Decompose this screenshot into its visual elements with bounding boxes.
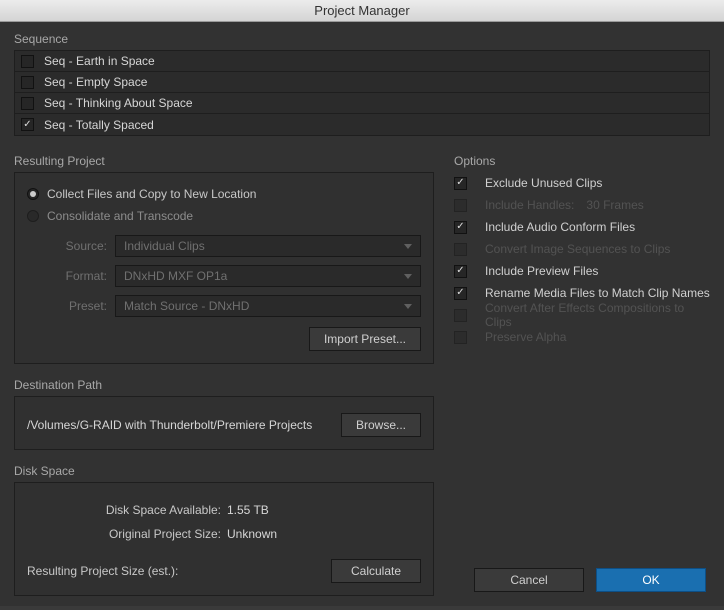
sequence-row[interactable]: Seq - Totally Spaced [15,114,709,135]
sequence-name: Seq - Totally Spaced [44,118,154,132]
original-size-label: Original Project Size: [27,527,227,541]
source-dropdown[interactable]: Individual Clips [115,235,421,257]
dropdown-value: DNxHD MXF OP1a [124,269,227,283]
chevron-down-icon [404,304,412,309]
resulting-project-panel: Collect Files and Copy to New Location C… [14,172,434,364]
destination-path-value: /Volumes/G-RAID with Thunderbolt/Premier… [27,418,327,432]
sequence-row[interactable]: Seq - Earth in Space [15,51,709,72]
sequence-name: Seq - Earth in Space [44,54,155,68]
disk-space-panel: Disk Space Available: 1.55 TB Original P… [14,482,434,596]
options-label: Options [454,154,710,168]
option-checkbox [454,309,467,322]
option-checkbox[interactable] [454,265,467,278]
button-label: Import Preset... [324,332,406,346]
destination-path-panel: /Volumes/G-RAID with Thunderbolt/Premier… [14,396,434,450]
options-panel: Exclude Unused Clips Include Handles: 30… [454,172,710,348]
option-label: Exclude Unused Clips [485,176,602,190]
sequence-checkbox[interactable] [21,118,34,131]
option-include-preview-files[interactable]: Include Preview Files [454,260,710,282]
chevron-down-icon [404,244,412,249]
destination-path-label: Destination Path [14,378,434,392]
option-label: Include Audio Conform Files [485,220,635,234]
option-label: Convert Image Sequences to Clips [485,242,670,256]
option-checkbox [454,243,467,256]
preset-label: Preset: [47,299,107,313]
dialog-footer: Cancel OK [474,568,706,592]
radio-consolidate-transcode[interactable]: Consolidate and Transcode [27,205,421,227]
option-label: Rename Media Files to Match Clip Names [485,286,710,300]
sequence-checkbox[interactable] [21,76,34,89]
sequence-name: Seq - Empty Space [44,75,147,89]
sequence-name: Seq - Thinking About Space [44,96,193,110]
sequence-row[interactable]: Seq - Thinking About Space [15,93,709,114]
radio-collect-files[interactable]: Collect Files and Copy to New Location [27,183,421,205]
button-label: OK [642,573,659,587]
radio-label: Consolidate and Transcode [47,209,193,223]
radio-icon[interactable] [27,210,39,222]
resulting-size-label: Resulting Project Size (est.): [27,564,331,578]
dropdown-value: Match Source - DNxHD [124,299,249,313]
sequence-checkbox[interactable] [21,55,34,68]
sequence-row[interactable]: Seq - Empty Space [15,72,709,93]
button-label: Calculate [351,564,401,578]
option-convert-ae-compositions: Convert After Effects Compositions to Cl… [454,304,710,326]
chevron-down-icon [404,274,412,279]
option-checkbox [454,331,467,344]
preset-dropdown[interactable]: Match Source - DNxHD [115,295,421,317]
option-label: Convert After Effects Compositions to Cl… [485,301,710,329]
browse-button[interactable]: Browse... [341,413,421,437]
window-title: Project Manager [314,3,409,18]
option-value: 30 Frames [586,198,643,212]
disk-available-value: 1.55 TB [227,503,269,517]
cancel-button[interactable]: Cancel [474,568,584,592]
button-label: Browse... [356,418,406,432]
option-preserve-alpha: Preserve Alpha [454,326,710,348]
source-label: Source: [47,239,107,253]
dropdown-value: Individual Clips [124,239,205,253]
option-include-audio-conform[interactable]: Include Audio Conform Files [454,216,710,238]
option-checkbox[interactable] [454,287,467,300]
calculate-button[interactable]: Calculate [331,559,421,583]
sequence-list: Seq - Earth in Space Seq - Empty Space S… [14,50,710,136]
ok-button[interactable]: OK [596,568,706,592]
window-titlebar: Project Manager [0,0,724,22]
radio-label: Collect Files and Copy to New Location [47,187,256,201]
option-checkbox [454,199,467,212]
format-label: Format: [47,269,107,283]
option-label: Include Preview Files [485,264,598,278]
sequence-checkbox[interactable] [21,97,34,110]
disk-space-label: Disk Space [14,464,434,478]
format-dropdown[interactable]: DNxHD MXF OP1a [115,265,421,287]
dialog-content: Sequence Seq - Earth in Space Seq - Empt… [0,22,724,606]
option-include-handles: Include Handles: 30 Frames [454,194,710,216]
sequence-label: Sequence [14,32,710,46]
option-checkbox[interactable] [454,221,467,234]
option-convert-image-sequences: Convert Image Sequences to Clips [454,238,710,260]
option-label: Preserve Alpha [485,330,566,344]
resulting-project-label: Resulting Project [14,154,434,168]
option-label: Include Handles: [485,198,574,212]
radio-icon[interactable] [27,188,39,200]
option-exclude-unused-clips[interactable]: Exclude Unused Clips [454,172,710,194]
original-size-value: Unknown [227,527,277,541]
import-preset-button[interactable]: Import Preset... [309,327,421,351]
disk-available-label: Disk Space Available: [27,503,227,517]
option-checkbox[interactable] [454,177,467,190]
button-label: Cancel [510,573,547,587]
